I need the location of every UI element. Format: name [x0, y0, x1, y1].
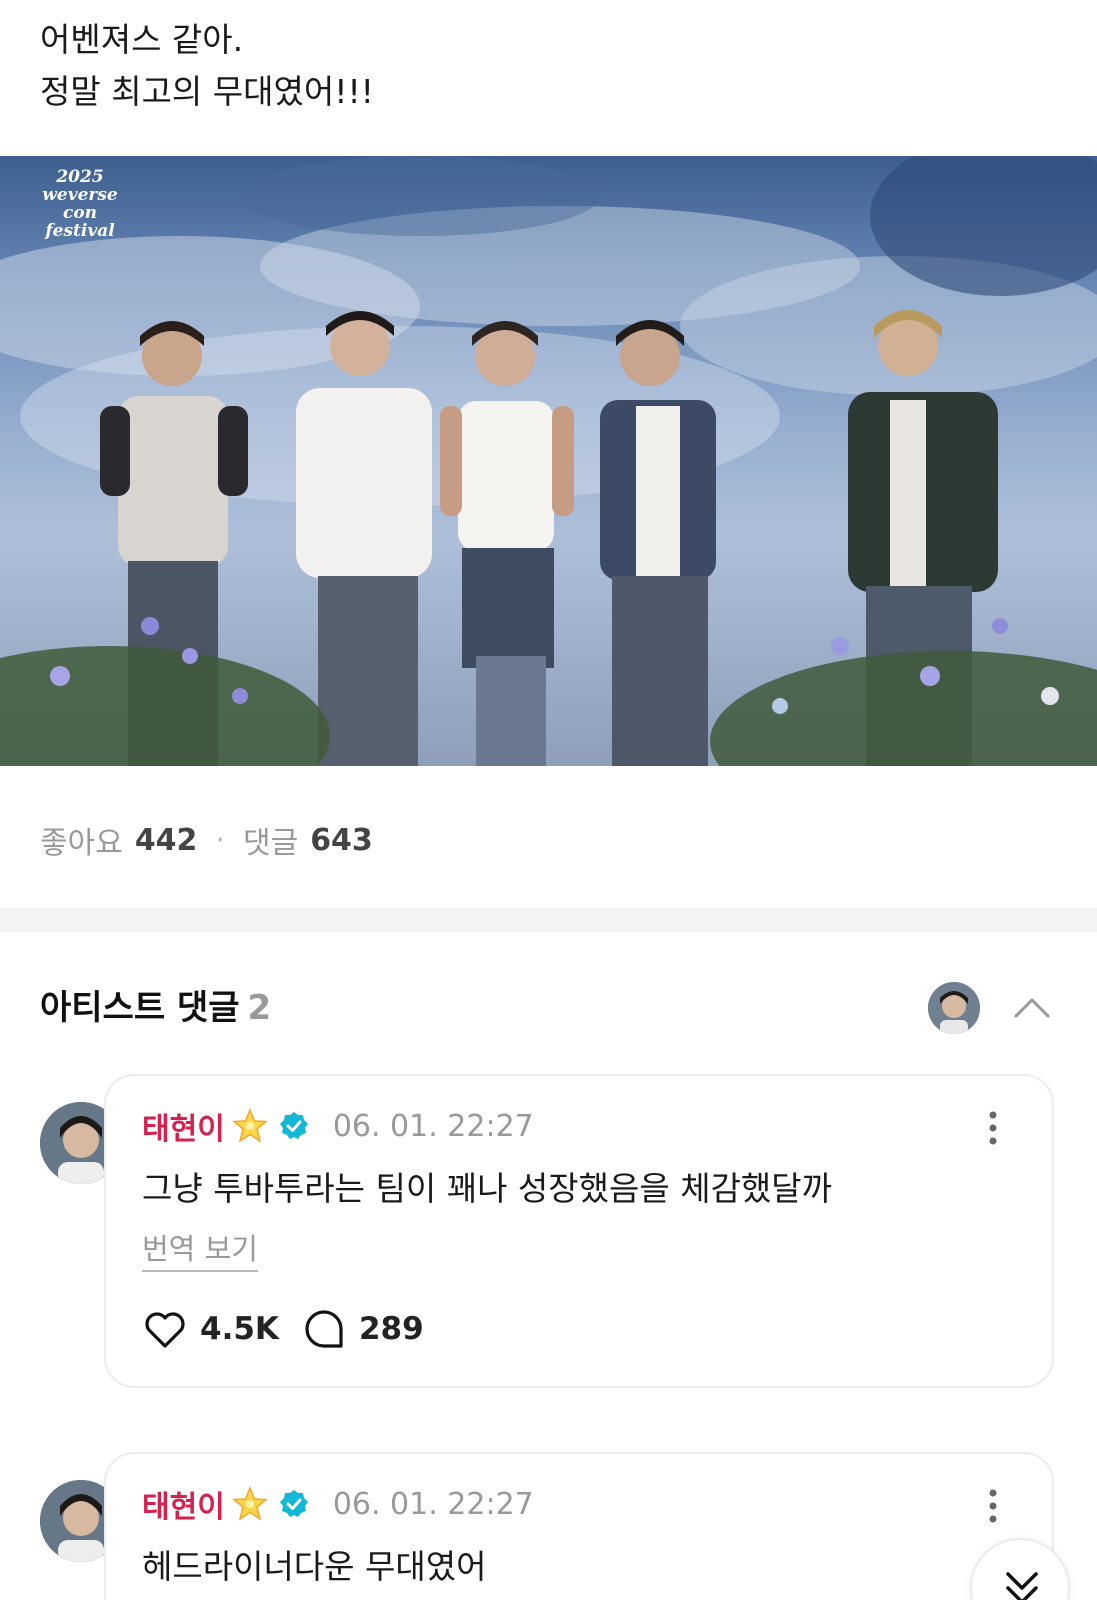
crown-star-icon [231, 1108, 268, 1143]
comment-reply-count[interactable]: 289 [359, 1311, 424, 1347]
comment-like-count[interactable]: 4.5K [200, 1311, 279, 1347]
logo-line-2: weverse [42, 185, 118, 205]
post-line-2: 정말 최고의 무대였어!!! [40, 72, 374, 111]
artist-avatar[interactable] [928, 982, 980, 1034]
artist-comments-title: 아티스트 댓글 2 [40, 988, 271, 1028]
comment-actions: 4.5K 289 [142, 1306, 424, 1352]
comment-author[interactable]: 태현이 [142, 1104, 225, 1148]
comment-text: 그냥 투바투라는 팀이 꽤나 성장했음을 체감했달까 [142, 1169, 833, 1208]
artist-comments-count: 2 [247, 988, 272, 1028]
artist-comments-title-text: 아티스트 댓글 [40, 988, 240, 1028]
section-divider [0, 908, 1097, 932]
post-photo[interactable]: 2025 weverse con festival [0, 156, 1097, 766]
logo-line-1: 2025 [56, 167, 104, 187]
post-stats: 좋아요 442 · 댓글 643 [40, 818, 373, 862]
artist-comments-header: 아티스트 댓글 2 [40, 980, 1060, 1036]
verified-icon [279, 1112, 308, 1139]
stats-separator: · [215, 822, 225, 858]
artist-comment-card: 태현이 06. 01. 22:27 그냥 투바투라는 팀이 꽤나 성장했음을 체… [104, 1074, 1054, 1388]
comment-header: 태현이 06. 01. 22:27 [142, 1482, 534, 1526]
artist-comment-card: 태현이 06. 01. 22:27 헤드라이너다운 무대였어 [104, 1452, 1054, 1600]
comments-count[interactable]: 643 [310, 823, 373, 858]
comment-timestamp: 06. 01. 22:27 [332, 1486, 534, 1522]
comment-author[interactable]: 태현이 [142, 1482, 225, 1526]
comment-bubble-icon[interactable] [301, 1306, 347, 1352]
heart-icon[interactable] [142, 1306, 188, 1352]
post-line-1: 어벤져스 같아. [40, 20, 244, 59]
comments-label[interactable]: 댓글 [243, 818, 298, 862]
comment-timestamp: 06. 01. 22:27 [332, 1108, 534, 1144]
logo-line-3: con [62, 203, 98, 223]
likes-count[interactable]: 442 [135, 823, 198, 858]
chevron-up-icon[interactable] [1010, 986, 1054, 1030]
logo-line-4: festival [45, 221, 115, 241]
crown-star-icon [231, 1486, 268, 1521]
post-text: 어벤져스 같아. 정말 최고의 무대였어!!! [40, 14, 1040, 118]
more-vertical-icon[interactable] [986, 1488, 1000, 1524]
more-vertical-icon[interactable] [986, 1110, 1000, 1146]
verified-icon [279, 1490, 308, 1517]
event-logo: 2025 weverse con festival [30, 168, 130, 240]
comment-header: 태현이 06. 01. 22:27 [142, 1104, 534, 1148]
translate-link[interactable]: 번역 보기 [142, 1226, 258, 1272]
chevron-double-down-icon [1006, 1572, 1038, 1600]
likes-label[interactable]: 좋아요 [40, 818, 123, 862]
stage-illustration [0, 156, 1097, 766]
comment-text: 헤드라이너다운 무대였어 [142, 1547, 487, 1586]
